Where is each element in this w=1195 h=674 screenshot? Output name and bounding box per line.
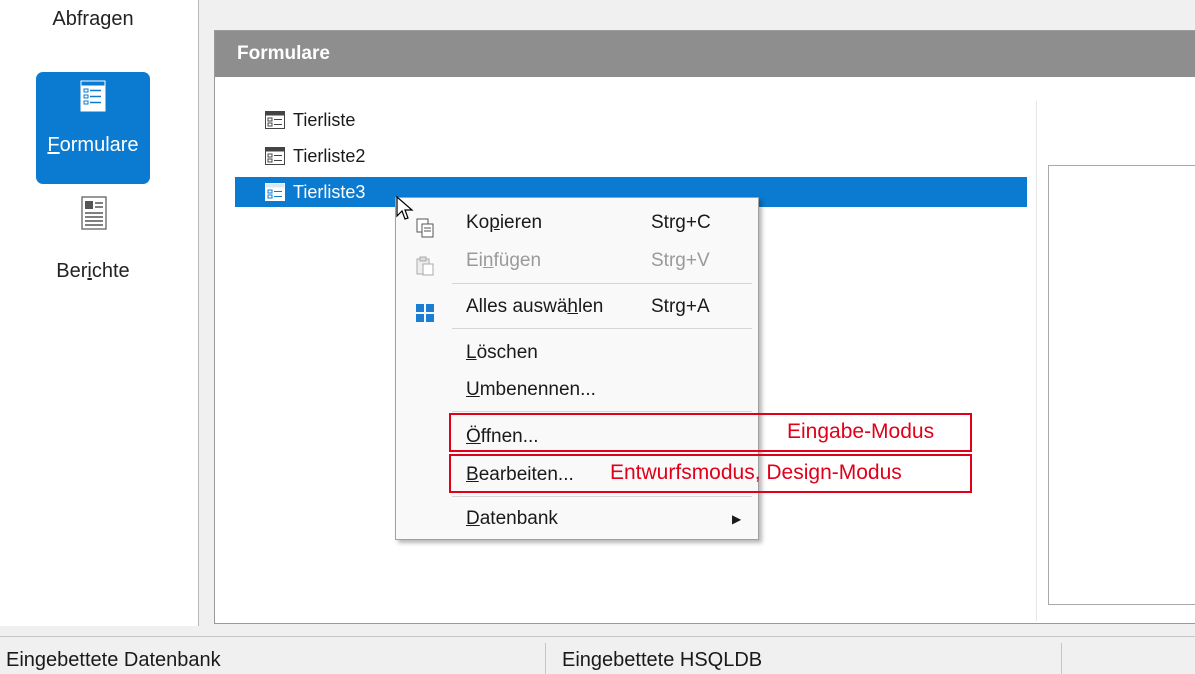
menu-item-paste[interactable]: Einfügen Strg+V [396, 242, 758, 280]
menu-separator [452, 283, 752, 284]
form-doc-icon [265, 183, 285, 201]
cursor-icon [396, 196, 414, 220]
list-item-label: Tierliste3 [293, 182, 366, 202]
menu-item-shortcut: Strg+A [651, 296, 710, 317]
menu-item-copy[interactable]: Kopieren Strg+C [396, 204, 758, 242]
menu-separator [452, 411, 752, 412]
status-database-engine: Eingebettete HSQLDB [562, 649, 763, 671]
menu-item-delete[interactable]: Löschen [396, 334, 758, 372]
status-bar: Eingebettete Datenbank Eingebettete HSQL… [0, 636, 1195, 674]
menu-item-database[interactable]: Datenbank ▶ [396, 500, 758, 538]
list-item[interactable]: Tierliste [235, 105, 355, 135]
menu-item-label: Alles auswählen [466, 296, 604, 317]
sidebar-item-label: Abfragen [52, 8, 134, 30]
menu-item-label: Löschen [466, 342, 538, 363]
panel-title: Formulare [215, 31, 1195, 77]
report-icon [81, 196, 107, 236]
list-item-label: Tierliste2 [293, 146, 366, 166]
sidebar-item-abfragen[interactable]: Abfragen [38, 8, 148, 31]
sidebar-item-label: Berichte [56, 260, 130, 282]
menu-separator [452, 496, 752, 497]
menu-item-label: Einfügen [466, 250, 542, 271]
status-database-type: Eingebettete Datenbank [6, 649, 221, 671]
form-doc-icon [265, 111, 285, 129]
divider [1036, 101, 1037, 621]
sidebar-item-berichte[interactable]: Berichte [38, 196, 148, 296]
menu-separator [452, 328, 752, 329]
paste-icon [416, 252, 434, 290]
preview-area [1048, 165, 1195, 605]
menu-item-shortcut: Strg+C [651, 212, 711, 233]
menu-item-rename[interactable]: Umbenennen... [396, 371, 758, 409]
menu-item-label: Umbenennen... [466, 379, 596, 400]
list-item[interactable]: Tierliste2 [235, 141, 365, 171]
annotation-label-open: Eingabe-Modus [787, 420, 935, 443]
divider [1061, 643, 1062, 674]
sidebar-item-label: Formulare [47, 134, 139, 156]
divider [545, 643, 546, 674]
sidebar-item-formulare[interactable]: Formulare [36, 72, 150, 184]
annotation-label-edit: Entwurfsmodus, Design-Modus [610, 461, 902, 484]
sidebar: Abfragen Formulare Berichte [0, 0, 199, 626]
list-item-label: Tierliste [293, 110, 356, 130]
chevron-right-icon: ▶ [732, 512, 742, 526]
menu-item-label: Kopieren [466, 212, 543, 233]
form-doc-icon [265, 147, 285, 165]
select-all-icon [416, 298, 434, 336]
menu-item-label: Datenbank [466, 508, 558, 529]
form-icon [80, 80, 106, 118]
menu-item-shortcut: Strg+V [651, 250, 710, 271]
menu-item-select-all[interactable]: Alles auswählen Strg+A [396, 288, 758, 326]
